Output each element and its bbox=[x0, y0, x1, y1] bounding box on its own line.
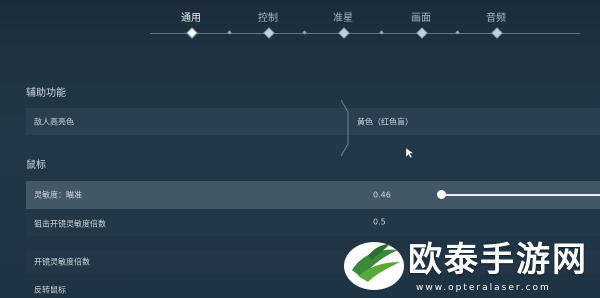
tab-indicator bbox=[416, 27, 428, 39]
tab-video[interactable]: 画面 bbox=[411, 9, 431, 24]
settings-tab-bar: 通用 控制 准星 画面 音频 bbox=[0, 0, 600, 39]
sensitivity-value[interactable]: 0.46 bbox=[373, 191, 391, 200]
tab-controls[interactable]: 控制 bbox=[258, 9, 278, 24]
tab-crosshair[interactable]: 准星 bbox=[333, 9, 353, 24]
setting-label: 反转鼠标 bbox=[34, 285, 66, 295]
tab-general[interactable]: 通用 bbox=[181, 9, 201, 24]
tab-indicator bbox=[491, 27, 503, 39]
sensitivity-slider-handle[interactable] bbox=[437, 190, 446, 199]
section-title-mouse: 鼠标 bbox=[26, 160, 46, 171]
sensitivity-slider-track[interactable] bbox=[441, 194, 600, 196]
tab-indicator bbox=[338, 27, 350, 39]
watermark-url: www.opteralaser.com bbox=[416, 283, 551, 293]
setting-label: 灵敏度：瞄准 bbox=[34, 190, 82, 200]
tab-indicator bbox=[263, 27, 275, 39]
tab-track-line bbox=[150, 33, 580, 34]
section-title-accessibility: 辅助功能 bbox=[26, 88, 66, 99]
setting-label: 开镜灵敏度倍数 bbox=[34, 257, 90, 267]
watermark-logo-icon bbox=[344, 242, 404, 290]
mouse-cursor-icon bbox=[406, 148, 414, 158]
tab-indicator-active bbox=[186, 27, 198, 39]
setting-label: 狙击开镜灵敏度倍数 bbox=[34, 219, 106, 229]
tab-audio[interactable]: 音频 bbox=[486, 9, 506, 24]
divider-bracket-icon bbox=[340, 99, 349, 157]
setting-label: 敌人高亮色 bbox=[34, 117, 74, 126]
enemy-highlight-value[interactable]: 黄色（红色盲） bbox=[357, 116, 413, 127]
watermark-site-name: 欧泰手游网 bbox=[408, 240, 588, 280]
scoped-sensitivity-value[interactable]: 0.5 bbox=[373, 217, 386, 226]
setting-row-enemy-highlight[interactable]: 敌人高亮色 黄色（红色盲） bbox=[26, 108, 600, 135]
